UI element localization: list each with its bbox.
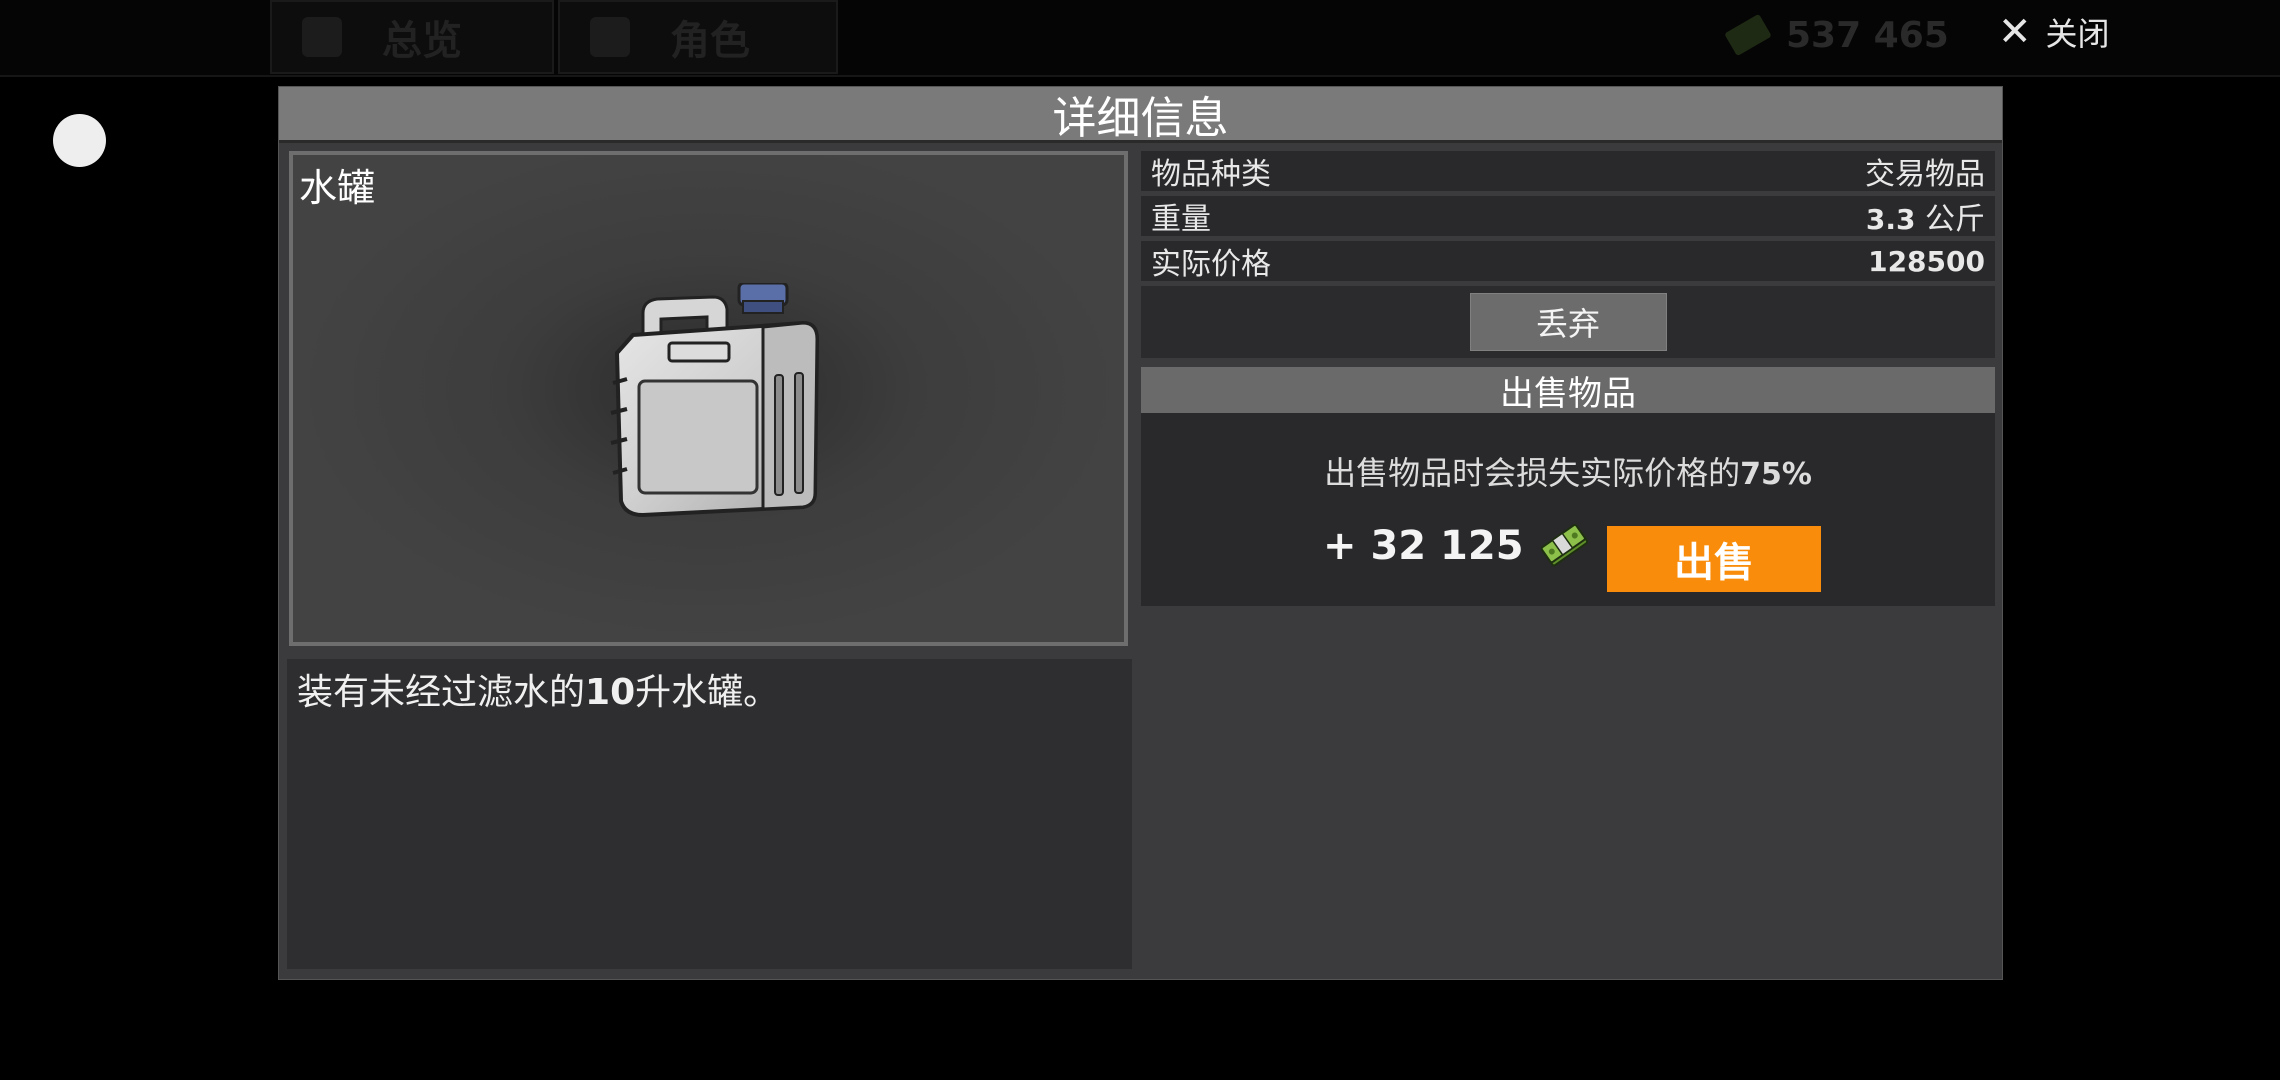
description-part: 升水罐。 (635, 672, 780, 713)
sell-section: 出售物品时会损失实际价格的75% + 32 125 出售 (1141, 413, 1995, 606)
discard-button[interactable]: 丢弃 (1469, 293, 1667, 351)
game-screen: 总览 角色 537 465 ✕ 关闭 详细信息 水罐 装有未经过滤水的10升水罐… (0, 0, 2280, 1080)
sell-note: 出售物品时会损失实际价格的75% (1141, 448, 1995, 494)
item-detail-modal: 详细信息 水罐 装有未经过滤水的10升水罐。 物品种类 交易物品 重量 3.3 … (278, 86, 2003, 980)
item-description-panel: 装有未经过滤水的10升水罐。 (287, 659, 1132, 969)
description-volume: 10 (585, 672, 636, 713)
item-description: 装有未经过滤水的10升水罐。 (297, 663, 1122, 715)
item-info-column: 物品种类 交易物品 重量 3.3 公斤 实际价格 128500 丢弃 出售物品 … (1141, 151, 1995, 606)
close-label: 关闭 (2045, 15, 2110, 53)
info-value: 交易物品 (1865, 157, 1985, 192)
info-row-category: 物品种类 交易物品 (1141, 151, 1995, 192)
sell-button[interactable]: 出售 (1607, 526, 1821, 592)
close-icon: ✕ (1998, 9, 2032, 55)
sell-note-percent: 75% (1740, 457, 1812, 492)
info-label: 重量 (1151, 202, 1211, 237)
info-label: 物品种类 (1151, 157, 1271, 192)
sell-section-header: 出售物品 (1141, 367, 1995, 414)
discard-area: 丢弃 (1141, 286, 1995, 358)
info-value: 3.3 公斤 (1866, 194, 1985, 238)
description-part: 装有未经过滤水的 (297, 672, 586, 713)
tab-overview-label: 总览 (382, 18, 462, 64)
item-name: 水罐 (299, 166, 376, 210)
weight-number: 3.3 (1865, 203, 1916, 236)
info-label: 实际价格 (1151, 247, 1271, 282)
character-icon (590, 17, 630, 57)
modal-title: 详细信息 (279, 87, 2002, 144)
cash-icon (1540, 524, 1588, 567)
touch-indicator (53, 114, 106, 167)
overview-icon (302, 17, 342, 57)
tab-overview[interactable]: 总览 (270, 0, 554, 74)
tab-character[interactable]: 角色 (558, 0, 838, 74)
tab-character-label: 角色 (670, 18, 750, 64)
info-row-weight: 重量 3.3 公斤 (1141, 194, 1995, 238)
money-icon (1724, 13, 1772, 57)
top-navigation: 总览 角色 537 465 ✕ 关闭 (0, 0, 2280, 77)
money-value: 537 465 (1786, 14, 1949, 56)
sell-amount-value: + 32 125 (1323, 523, 1524, 569)
money-display: 537 465 (1724, 10, 1949, 60)
sell-note-text: 出售物品时会损失实际价格的 (1324, 454, 1741, 492)
weight-unit: 公斤 (1925, 202, 1985, 237)
info-row-price: 实际价格 128500 (1141, 241, 1995, 282)
info-value: 128500 (1868, 244, 1985, 278)
item-image-panel: 水罐 (289, 151, 1128, 646)
jerrycan-image (610, 283, 820, 518)
sell-amount: + 32 125 (1323, 523, 1590, 569)
close-button[interactable]: ✕ 关闭 (1998, 8, 2110, 56)
